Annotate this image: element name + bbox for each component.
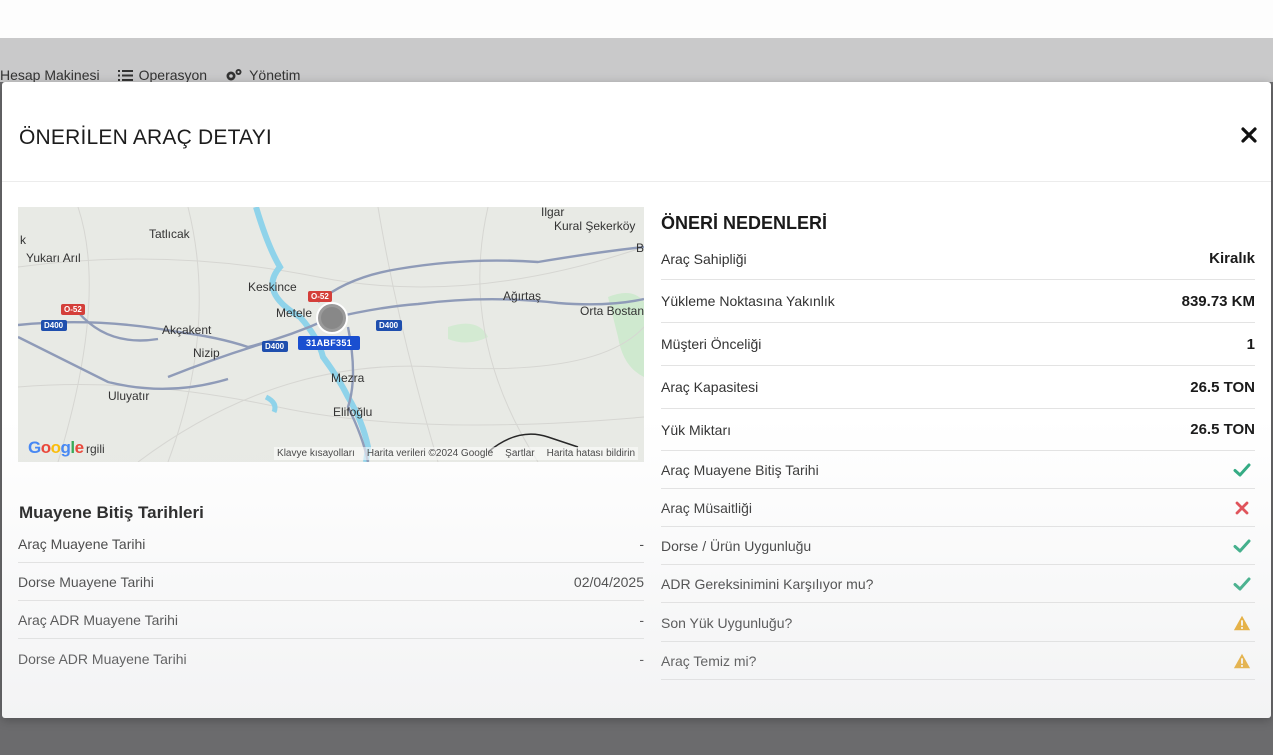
reason-label: Dorse / Ürün Uygunluğu — [661, 537, 812, 554]
map-place-label: Elifoğlu — [333, 405, 373, 419]
keyboard-shortcuts-link[interactable]: Klavye kısayolları — [277, 448, 355, 459]
vehicle-detail-modal: ÖNERİLEN ARAÇ DETAYI O-52 D400 O-52 D400… — [2, 82, 1271, 718]
nav-item-label: Yönetim — [249, 67, 301, 83]
reason-value: Kiralık — [1209, 250, 1255, 267]
inspection-label: Araç ADR Muayene Tarihi — [18, 611, 179, 628]
map-place-label: Kural Şekerköy — [554, 219, 636, 233]
reason-row: Yükleme Noktasına Yakınlık 839.73 KM — [661, 280, 1255, 323]
report-map-error-link[interactable]: Harita hatası bildirin — [547, 448, 635, 459]
reason-row: Araç Sahipliği Kiralık — [661, 238, 1255, 280]
gears-icon — [226, 69, 242, 81]
map-place-label: Ağırtaş — [503, 289, 542, 303]
nav-item-label: Hesap Makinesi — [0, 67, 100, 83]
top-bar — [0, 0, 1273, 38]
inspection-label: Dorse Muayene Tarihi — [18, 573, 154, 590]
check-icon — [1233, 577, 1251, 590]
reason-value: 1 — [1246, 335, 1255, 353]
svg-text:O-52: O-52 — [64, 305, 82, 314]
reason-label: Araç Temiz mi? — [661, 652, 757, 669]
inspection-value: - — [639, 535, 644, 552]
vehicle-location-map[interactable]: O-52 D400 O-52 D400 D400 31ABF351 Tatlıc… — [18, 207, 644, 462]
inspection-row: Araç Muayene Tarihi - — [18, 525, 644, 563]
reason-status-row: ADR Gereksinimini Karşılıyor mu? — [661, 565, 1255, 603]
inspection-value: 02/04/2025 — [573, 573, 644, 590]
map-place-label: Nizip — [193, 346, 220, 360]
vehicle-plate-label: 31ABF351 — [298, 336, 360, 350]
reason-status-row: Araç Müsaitliği — [661, 489, 1255, 527]
reason-label: ADR Gereksinimini Karşılıyor mu? — [661, 575, 874, 592]
reason-value: 26.5 TON — [1190, 421, 1255, 438]
reason-row: Müşteri Önceliği 1 — [661, 323, 1255, 366]
reasons-section-title: ÖNERİ NEDENLERİ — [661, 213, 828, 233]
map-canvas: O-52 D400 O-52 D400 D400 — [18, 207, 644, 462]
map-place-label: Mezra — [331, 371, 365, 385]
warning-icon — [1233, 615, 1251, 630]
warning-icon — [1233, 653, 1251, 668]
map-place-label: k — [20, 233, 26, 247]
reason-label: Araç Müsaitliği — [661, 499, 753, 516]
inspection-row: Dorse Muayene Tarihi 02/04/2025 — [18, 563, 644, 601]
map-place-label: Orta Bostan — [580, 304, 644, 318]
nav-item-operation[interactable]: Operasyon — [117, 67, 208, 83]
svg-text:D400: D400 — [265, 342, 285, 351]
reason-label: Araç Muayene Bitiş Tarihi — [661, 461, 819, 478]
map-place-label: Tatlıcak — [149, 227, 190, 241]
inspection-row: Araç ADR Muayene Tarihi - — [18, 601, 644, 639]
map-place-label: rgili — [86, 442, 105, 456]
cross-icon — [1235, 501, 1249, 514]
reason-label: Yükleme Noktasına Yakınlık — [661, 293, 835, 309]
map-place-label: Metele — [276, 306, 313, 320]
check-icon — [1233, 463, 1251, 476]
reason-label: Araç Kapasitesi — [661, 379, 759, 395]
map-place-label: Uluyatır — [108, 389, 150, 403]
list-icon — [117, 69, 133, 81]
reason-row: Yük Miktarı 26.5 TON — [661, 409, 1255, 451]
reason-label: Son Yük Uygunluğu? — [661, 614, 793, 631]
nav-item-label: Operasyon — [138, 67, 208, 83]
close-icon[interactable] — [1239, 125, 1259, 145]
inspection-value: - — [639, 611, 644, 628]
map-place-label: Keskince — [248, 280, 297, 294]
reason-status-row: Son Yük Uygunluğu? — [661, 604, 1255, 642]
inspection-value: - — [639, 651, 644, 667]
map-place-label: B — [636, 241, 644, 255]
modal-header: ÖNERİLEN ARAÇ DETAYI — [2, 82, 1271, 182]
reason-status-row: Araç Temiz mi? — [661, 642, 1255, 680]
map-data-text: Harita verileri ©2024 Google — [366, 448, 494, 459]
inspection-row: Dorse ADR Muayene Tarihi - — [18, 640, 644, 678]
inspection-section-title: Muayene Bitiş Tarihleri — [19, 503, 204, 522]
nav-item-management[interactable]: Yönetim — [225, 67, 300, 83]
google-logo: Google — [28, 438, 84, 457]
reason-label: Yük Miktarı — [661, 421, 732, 438]
reason-status-row: Dorse / Ürün Uygunluğu — [661, 527, 1255, 565]
svg-text:O-52: O-52 — [311, 292, 329, 301]
check-icon — [1233, 539, 1251, 552]
reason-status-row: Araç Muayene Bitiş Tarihi — [661, 451, 1255, 489]
reason-label: Araç Sahipliği — [661, 250, 747, 267]
inspection-label: Araç Muayene Tarihi — [18, 535, 146, 552]
svg-text:D400: D400 — [44, 321, 64, 330]
map-place-label: Yukarı Arıl — [26, 251, 81, 265]
reason-label: Müşteri Önceliği — [661, 336, 762, 352]
terms-link[interactable]: Şartlar — [505, 448, 534, 459]
modal-title: ÖNERİLEN ARAÇ DETAYI — [19, 126, 272, 149]
map-place-label: Akçakent — [162, 323, 212, 337]
svg-text:D400: D400 — [379, 321, 399, 330]
reason-row: Araç Kapasitesi 26.5 TON — [661, 366, 1255, 409]
reason-value: 839.73 KM — [1181, 292, 1255, 310]
reason-value: 26.5 TON — [1190, 378, 1255, 396]
map-place-label: Ilgar — [541, 207, 565, 219]
nav-item-calculator[interactable]: Hesap Makinesi — [0, 67, 100, 83]
map-attribution: Klavye kısayolları Harita verileri ©2024… — [274, 447, 638, 460]
inspection-label: Dorse ADR Muayene Tarihi — [18, 651, 187, 667]
